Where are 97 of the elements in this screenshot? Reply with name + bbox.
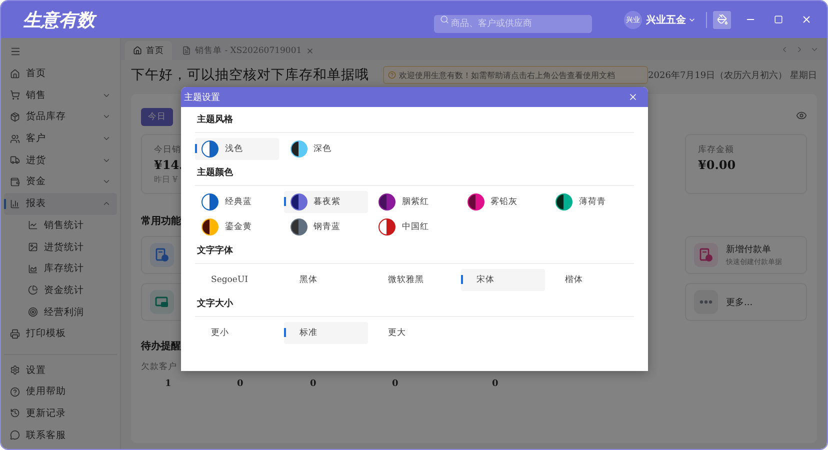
document-icon: [155, 248, 169, 262]
theme-option[interactable]: 鎏金黄: [195, 216, 279, 238]
section-title: 常用功能: [141, 214, 181, 228]
help-icon: [10, 386, 20, 397]
bar-chart-icon: [10, 198, 20, 209]
option-item[interactable]: 宋体: [460, 269, 544, 291]
period-tab[interactable]: 今日: [141, 108, 173, 126]
sidebar-item[interactable]: 销售: [4, 84, 117, 106]
sidebar-item[interactable]: 报表: [4, 192, 117, 214]
paint-bucket-icon: [716, 14, 728, 25]
stat-value: ¥0.00: [698, 158, 736, 172]
menu-icon[interactable]: [10, 46, 21, 58]
theme-option[interactable]: 中国红: [372, 216, 456, 238]
target-icon: [28, 307, 38, 318]
theme-option[interactable]: 深色: [284, 138, 368, 160]
sidebar-item[interactable]: 联系客服: [4, 424, 117, 446]
sidebar-item[interactable]: 更新记录: [4, 402, 117, 424]
document-icon: [699, 248, 713, 262]
option-item[interactable]: 更大: [372, 322, 456, 344]
theme-button[interactable]: [713, 10, 731, 28]
document-icon: [182, 46, 191, 55]
todo-count: 0: [310, 379, 318, 389]
shortcut-title: 新增付款单: [726, 244, 772, 256]
page-tab[interactable]: 销售单 - XS20260719001: [174, 41, 322, 60]
chevron-right-icon[interactable]: [795, 44, 804, 54]
theme-option[interactable]: 薄荷青: [549, 191, 633, 213]
stat-label: 库存金额: [698, 144, 734, 156]
sidebar-subitem[interactable]: 库存统计: [4, 258, 117, 280]
stat-label: 今日销: [154, 144, 181, 156]
sidebar-subitem[interactable]: 销售统计: [4, 214, 117, 236]
option-item[interactable]: 微软雅黑: [372, 269, 456, 291]
shortcut-card[interactable]: 更多...: [685, 283, 807, 321]
truck-icon: [10, 155, 20, 166]
chat-icon: [10, 430, 20, 440]
pie-chart-icon: [28, 285, 38, 296]
app-logo: 生意有数: [23, 8, 95, 32]
dialog-title: 主题设置: [184, 92, 220, 104]
section-title: 主题风格: [195, 113, 634, 133]
option-item[interactable]: 更小: [195, 322, 279, 344]
sidebar-item[interactable]: 设置: [4, 359, 117, 381]
company-switcher[interactable]: 兴业五金: [642, 12, 700, 26]
chevron-left-icon[interactable]: [780, 44, 789, 54]
maximize-icon: [774, 15, 782, 24]
todo-count: 1: [165, 379, 172, 389]
section-title: 文字大小: [195, 297, 634, 317]
wallet-icon: [10, 176, 20, 187]
sidebar-subitem[interactable]: 经营利润: [4, 301, 117, 323]
todo-count: 0: [392, 379, 400, 389]
todo-count: 0: [237, 379, 244, 389]
todo-count: 0: [492, 379, 500, 389]
sidebar-item[interactable]: 首页: [4, 62, 117, 84]
theme-option[interactable]: 胭紫红: [372, 191, 456, 213]
close-icon: [628, 92, 638, 102]
shortcut-title: 更多...: [726, 296, 753, 308]
option-item[interactable]: SegoeUI: [195, 269, 279, 291]
close-button[interactable]: [628, 92, 638, 102]
search-icon: [440, 14, 449, 24]
stat-value: ¥14.: [154, 158, 184, 172]
eye-icon[interactable]: [796, 110, 807, 120]
theme-option[interactable]: 浅色: [195, 138, 279, 160]
section-title: 待办提醒: [141, 340, 181, 353]
todo-label: 欠款客户: [141, 361, 177, 373]
printer-icon: [10, 328, 20, 339]
option-item[interactable]: 黑体: [284, 269, 368, 291]
theme-option[interactable]: 暮夜紫: [284, 191, 368, 213]
package-icon: [10, 112, 20, 122]
section-title: 主题颜色: [195, 166, 634, 186]
close-icon: [800, 14, 812, 25]
option-item[interactable]: 标准: [284, 322, 368, 344]
users-icon: [10, 134, 20, 144]
date-text: 2026年7月19日（农历六月初六） 星期日: [648, 70, 817, 82]
home-icon: [10, 68, 20, 79]
theme-option[interactable]: 雾铅灰: [460, 191, 544, 213]
sidebar-item[interactable]: 客户: [4, 128, 117, 150]
theme-option[interactable]: 钢青蓝: [284, 216, 368, 238]
image-icon: [28, 242, 38, 252]
sidebar-item[interactable]: 进货: [4, 149, 117, 172]
sidebar-item[interactable]: 资金: [4, 171, 117, 193]
sidebar-subitem[interactable]: 进货统计: [4, 236, 117, 258]
sidebar-item[interactable]: 打印模板: [4, 322, 117, 345]
settings-icon: [10, 365, 20, 376]
card-icon: [155, 295, 169, 309]
section-title: 文字字体: [195, 244, 634, 264]
home-icon: [133, 46, 142, 55]
option-item[interactable]: 楷体: [549, 269, 633, 291]
history-icon: [10, 408, 20, 418]
page-tab[interactable]: 首页: [125, 41, 172, 60]
sidebar-subitem[interactable]: 资金统计: [4, 280, 117, 302]
line-chart-icon: [28, 220, 38, 230]
notice-banner: 欢迎使用生意有数！如需帮助请点击右上角公告查看使用文档: [383, 66, 648, 84]
cart-icon: [10, 90, 20, 100]
greeting-text: 下午好，可以抽空核对下库存和单据哦: [131, 66, 369, 84]
close-icon[interactable]: [306, 46, 314, 54]
sidebar-item[interactable]: 使用帮助: [4, 380, 117, 403]
area-chart-icon: [28, 264, 38, 274]
theme-option[interactable]: 经典蓝: [195, 191, 279, 213]
sidebar-item[interactable]: 货品库存: [4, 106, 117, 128]
